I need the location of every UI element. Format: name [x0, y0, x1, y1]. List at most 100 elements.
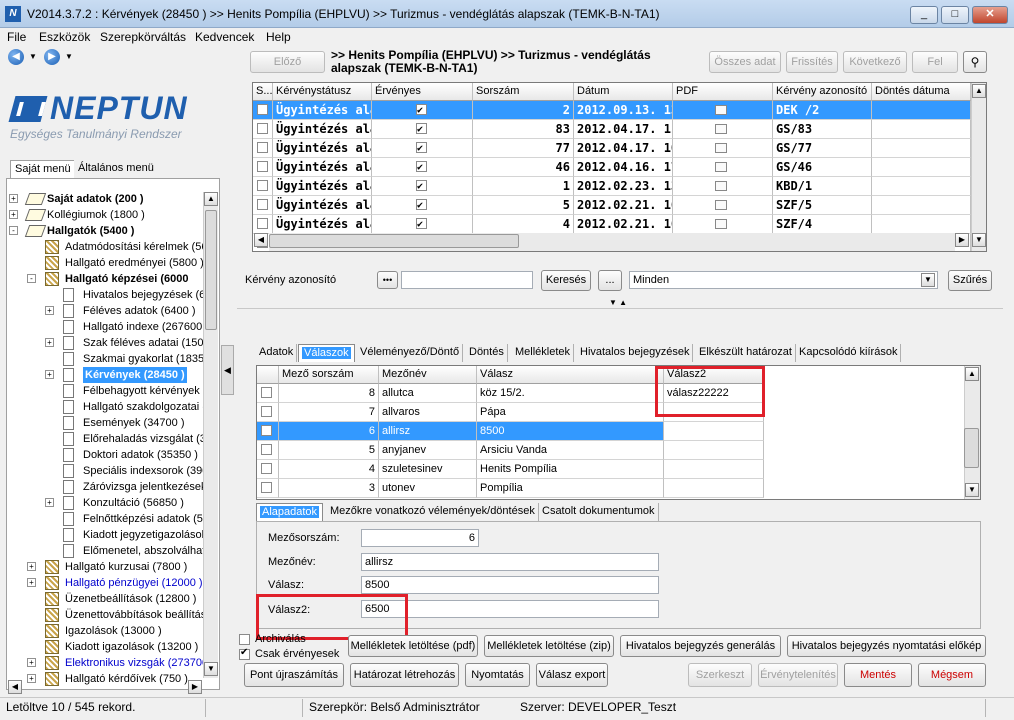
expand-icon[interactable]: +: [45, 306, 54, 315]
pdf-icon[interactable]: [715, 105, 727, 115]
scroll-down-icon[interactable]: ▼: [204, 662, 218, 676]
answer-row[interactable]: 5 anyjanev Arsiciu Vanda: [257, 441, 764, 460]
row-checkbox[interactable]: [257, 218, 268, 229]
filter-input[interactable]: [401, 271, 533, 289]
pdf-icon[interactable]: [715, 124, 727, 134]
tab-basic-data[interactable]: Alapadatok: [256, 503, 324, 521]
pdf-icon[interactable]: [715, 200, 727, 210]
table-row[interactable]: Ügyintézés alatt 832012.04.17. 11:5 GS/83: [253, 120, 971, 139]
official-entry-generate-button[interactable]: Hivatalos bejegyzés generálás: [620, 635, 781, 657]
expand-icon[interactable]: +: [9, 194, 18, 203]
expand-icon[interactable]: +: [27, 674, 36, 683]
recalc-button[interactable]: Pont újraszámítás: [244, 663, 344, 687]
prev-button[interactable]: Előző: [250, 51, 325, 73]
filter-combo[interactable]: Minden: [629, 271, 938, 289]
pdf-icon[interactable]: [715, 143, 727, 153]
search-button[interactable]: Keresés: [541, 270, 591, 291]
maximize-button[interactable]: □: [941, 6, 969, 24]
col-num[interactable]: Sorszám: [473, 83, 574, 101]
save-button[interactable]: Mentés: [844, 663, 912, 687]
collapse-panel-icon[interactable]: ◀: [221, 345, 234, 395]
table-row[interactable]: Ügyintézés alatt 52012.02.21. 16:5 SZF/5: [253, 196, 971, 215]
back-dropdown-icon[interactable]: ▼: [29, 52, 37, 61]
menu-file[interactable]: File: [7, 28, 26, 46]
row-checkbox[interactable]: [257, 161, 268, 172]
menu-favorites[interactable]: Kedvencek: [195, 28, 254, 46]
menu-role-switch[interactable]: Szerepkörváltás: [100, 28, 186, 46]
sub-col-check[interactable]: [257, 366, 279, 384]
expand-icon[interactable]: +: [45, 370, 54, 379]
pdf-icon[interactable]: [715, 219, 727, 229]
filter-dots-button[interactable]: •••: [377, 271, 398, 289]
sub-col-num[interactable]: Mező sorszám: [279, 366, 379, 384]
row-checkbox[interactable]: [261, 463, 272, 474]
download-zip-button[interactable]: Mellékletek letöltése (zip): [484, 635, 614, 657]
forward-arrow-icon[interactable]: ▶: [44, 49, 60, 65]
col-date[interactable]: Dátum: [574, 83, 673, 101]
up-button[interactable]: Fel: [912, 51, 958, 73]
answer-row[interactable]: 4 szuletesinev Henits Pompília: [257, 460, 764, 479]
sub-col-answer[interactable]: Válasz: [477, 366, 664, 384]
export-answers-button[interactable]: Válasz export: [536, 663, 608, 687]
col-pdf[interactable]: PDF: [673, 83, 773, 101]
back-arrow-icon[interactable]: ◀: [8, 49, 24, 65]
row-checkbox[interactable]: [257, 142, 268, 153]
field-num-input[interactable]: 6: [361, 529, 479, 547]
row-checkbox[interactable]: [261, 444, 272, 455]
sub-scroll-down-icon[interactable]: ▼: [965, 483, 979, 497]
table-row[interactable]: Ügyintézés alatt 42012.02.21. 16:5 SZF/4: [253, 215, 971, 234]
splitter-arrows-icon[interactable]: ▼ ▲: [594, 298, 642, 308]
create-resolution-button[interactable]: Határozat létrehozás: [350, 663, 459, 687]
col-id[interactable]: Kérvény azonosító: [773, 83, 872, 101]
expand-icon[interactable]: +: [27, 658, 36, 667]
collapse-icon[interactable]: -: [9, 226, 18, 235]
print-button[interactable]: Nyomtatás: [465, 663, 530, 687]
tree-scrollbar-thumb[interactable]: [205, 210, 217, 330]
edit-button[interactable]: Szerkeszt: [688, 663, 752, 687]
collapse-icon[interactable]: -: [27, 274, 36, 283]
tab-attachments[interactable]: Mellékletek: [512, 344, 575, 362]
filter-button[interactable]: Szűrés: [948, 270, 992, 291]
forward-dropdown-icon[interactable]: ▼: [65, 52, 73, 61]
invalidate-button[interactable]: Érvénytelenítés: [758, 663, 838, 687]
expand-icon[interactable]: +: [27, 578, 36, 587]
table-row[interactable]: Ügyintézés alatt 462012.04.16. 17:0 GS/46: [253, 158, 971, 177]
tab-reviewer[interactable]: Véleményező/Döntő: [357, 344, 464, 362]
row-checkbox[interactable]: [261, 406, 272, 417]
grid-scroll-up-icon[interactable]: ▲: [972, 84, 986, 98]
tab-general-menu[interactable]: Általános menü: [74, 160, 158, 178]
row-checkbox[interactable]: [257, 104, 268, 115]
table-row[interactable]: Ügyintézés alatt 12012.02.23. 13:5 KBD/1: [253, 177, 971, 196]
sub-scroll-up-icon[interactable]: ▲: [965, 367, 979, 381]
grid-scroll-left-icon[interactable]: ◀: [254, 233, 268, 247]
col-decision-date[interactable]: Döntés dátuma: [872, 83, 971, 101]
row-checkbox[interactable]: [261, 482, 272, 493]
tab-field-opinions[interactable]: Mezőkre vonatkozó vélemények/döntések: [327, 503, 539, 521]
sub-scroll-thumb[interactable]: [964, 428, 979, 468]
expand-icon[interactable]: +: [45, 498, 54, 507]
expand-icon[interactable]: +: [9, 210, 18, 219]
tab-resolution[interactable]: Elkészült határozat: [696, 344, 796, 362]
col-valid[interactable]: Érvényes: [372, 83, 473, 101]
expand-icon[interactable]: +: [45, 338, 54, 347]
cancel-button[interactable]: Mégsem: [918, 663, 986, 687]
row-checkbox[interactable]: [257, 199, 268, 210]
refresh-button[interactable]: Frissítés: [786, 51, 838, 73]
tab-own-menu[interactable]: Saját menü: [10, 160, 76, 178]
pdf-icon[interactable]: [715, 181, 727, 191]
grid-scroll-right-icon[interactable]: ▶: [955, 233, 969, 247]
grid-scroll-down-icon[interactable]: ▼: [972, 233, 986, 247]
answer-row[interactable]: 6 allirsz 8500: [257, 422, 764, 441]
menu-help[interactable]: Help: [266, 28, 291, 46]
scroll-right-icon[interactable]: ▶: [188, 680, 202, 694]
row-checkbox[interactable]: [261, 387, 272, 398]
row-checkbox[interactable]: [261, 425, 272, 436]
grid-scrollbar[interactable]: [971, 83, 986, 251]
official-entry-preview-button[interactable]: Hivatalos bejegyzés nyomtatási előkép: [787, 635, 986, 657]
pdf-icon[interactable]: [715, 162, 727, 172]
field-name-input[interactable]: allirsz: [361, 553, 659, 571]
tab-related-calls[interactable]: Kapcsolódó kiírások: [796, 344, 902, 362]
tab-official-entries[interactable]: Hivatalos bejegyzések: [577, 344, 694, 362]
answer-row[interactable]: 3 utonev Pompília: [257, 479, 764, 498]
table-row[interactable]: Ügyintézés alatt 772012.04.17. 10:5 GS/77: [253, 139, 971, 158]
